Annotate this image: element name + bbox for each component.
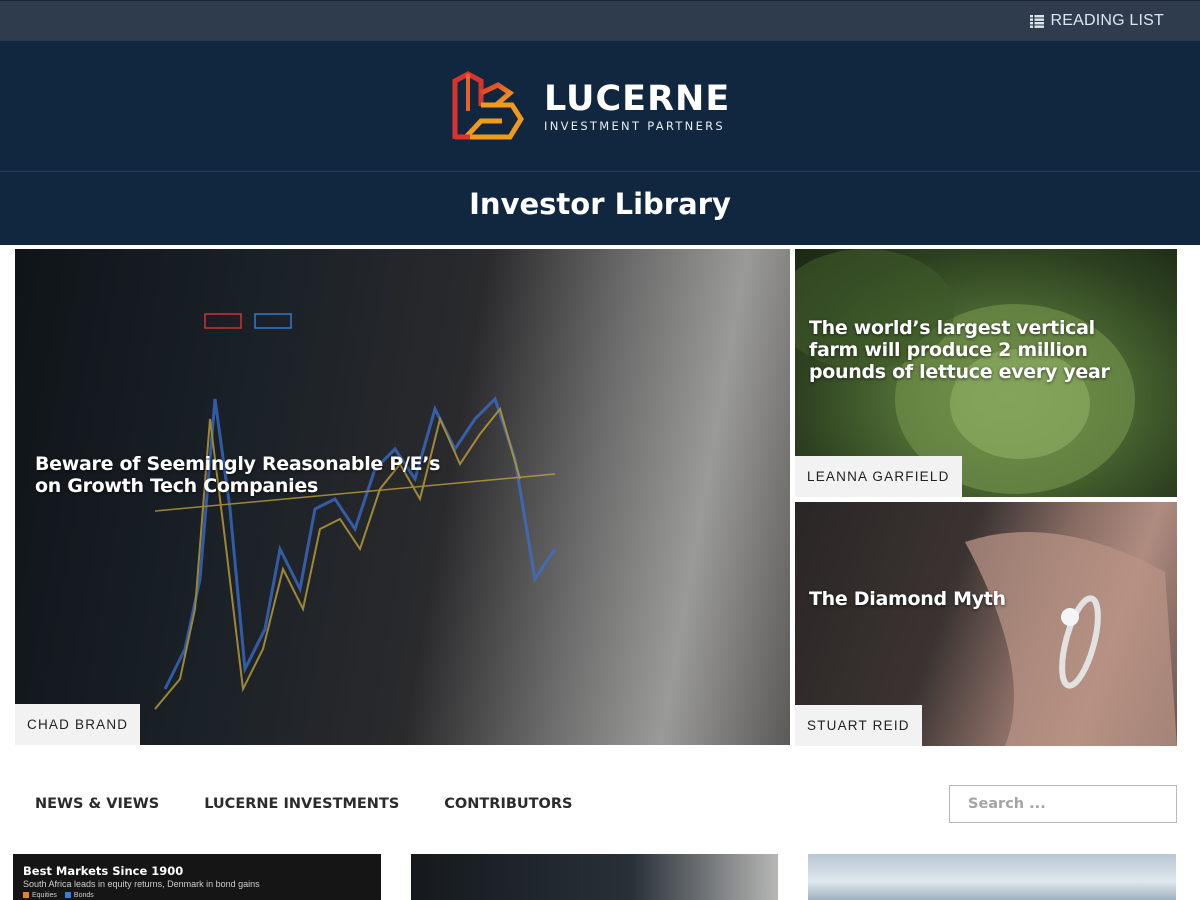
card-chart-subtitle: South Africa leads in equity returns, De… [23, 879, 260, 889]
search-input[interactable] [949, 785, 1177, 823]
article-card[interactable] [808, 854, 1176, 900]
nav-item-contributors[interactable]: CONTRIBUTORS [444, 796, 572, 812]
stock-chart-image [15, 249, 790, 745]
article-card[interactable] [411, 854, 778, 900]
site-header: LUCERNE INVESTMENT PARTNERS Investor Lib… [0, 41, 1200, 245]
article-card[interactable]: Best Markets Since 1900 South Africa lea… [13, 854, 381, 900]
card-chart-title: Best Markets Since 1900 [23, 864, 184, 878]
featured-article-diamond-myth[interactable]: The Diamond Myth STUART REID [795, 502, 1177, 746]
reading-list-link[interactable]: READING LIST [1030, 12, 1164, 30]
category-nav: NEWS & VIEWS LUCERNE INVESTMENTS CONTRIB… [35, 796, 573, 812]
page-title: Investor Library [469, 187, 731, 221]
logo-subtitle: INVESTMENT PARTNERS [544, 118, 726, 133]
nav-item-lucerne-investments[interactable]: LUCERNE INVESTMENTS [204, 796, 399, 812]
logo-text: LUCERNE INVESTMENT PARTNERS [544, 80, 730, 133]
legend-bonds: Bonds [64, 892, 94, 899]
featured-article-title[interactable]: Beware of Seemingly Reasonable P/E’s on … [35, 453, 465, 497]
lucerne-logo-icon [452, 71, 524, 141]
header-divider [0, 171, 1200, 172]
author-badge[interactable]: CHAD BRAND [15, 704, 141, 745]
legend-equities: Equities [23, 892, 57, 899]
featured-article-vertical-farm[interactable]: The world’s largest vertical farm will p… [795, 249, 1177, 497]
featured-article-title[interactable]: The Diamond Myth [809, 588, 1139, 610]
top-bar: READING LIST [0, 0, 1200, 41]
author-badge[interactable]: LEANNA GARFIELD [795, 456, 962, 497]
list-icon [1030, 14, 1045, 28]
featured-article-title[interactable]: The world’s largest vertical farm will p… [809, 317, 1139, 383]
featured-article-tech-pe[interactable]: Beware of Seemingly Reasonable P/E’s on … [15, 249, 790, 745]
lucerne-logo[interactable]: LUCERNE INVESTMENT PARTNERS [452, 71, 730, 141]
reading-list-label: READING LIST [1050, 12, 1164, 29]
author-badge[interactable]: STUART REID [795, 705, 922, 746]
card-chart-legend: Equities Bonds [23, 892, 94, 899]
logo-name: LUCERNE [544, 78, 731, 119]
nav-item-news-views[interactable]: NEWS & VIEWS [35, 796, 159, 812]
